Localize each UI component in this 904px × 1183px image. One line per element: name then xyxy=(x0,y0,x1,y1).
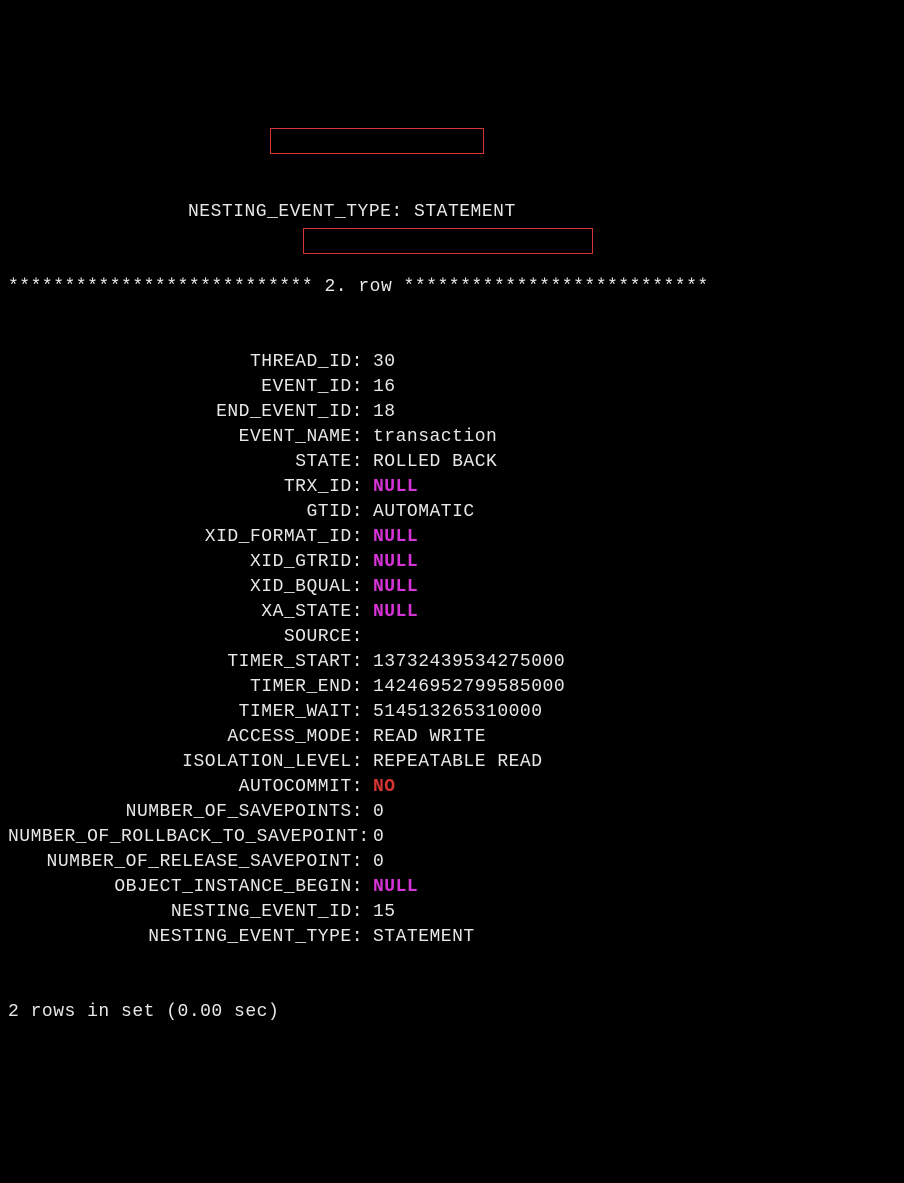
field-row: TIMER_WAIT:514513265310000 xyxy=(8,700,896,725)
field-value: 16 xyxy=(363,375,396,400)
field-label: XID_FORMAT_ID: xyxy=(8,525,363,550)
field-value: 13732439534275000 xyxy=(363,650,565,675)
field-label: NESTING_EVENT_ID: xyxy=(8,900,363,925)
field-label: NUMBER_OF_ROLLBACK_TO_SAVEPOINT: xyxy=(8,825,363,850)
field-value: NULL xyxy=(363,875,418,900)
field-value: AUTOMATIC xyxy=(363,500,475,525)
field-row: EVENT_ID:16 xyxy=(8,375,896,400)
field-value: 514513265310000 xyxy=(363,700,543,725)
field-row: NESTING_EVENT_TYPE:STATEMENT xyxy=(8,925,896,950)
field-label: END_EVENT_ID: xyxy=(8,400,363,425)
field-row: XID_BQUAL:NULL xyxy=(8,575,896,600)
field-label: ACCESS_MODE: xyxy=(8,725,363,750)
field-row: GTID:AUTOMATIC xyxy=(8,500,896,525)
field-value: READ WRITE xyxy=(363,725,486,750)
field-value: 15 xyxy=(363,900,396,925)
field-label: STATE: xyxy=(8,450,363,475)
field-label: EVENT_NAME: xyxy=(8,425,363,450)
field-value: NULL xyxy=(363,550,418,575)
highlight-box-state xyxy=(303,228,593,254)
row-separator: *************************** 2. row *****… xyxy=(8,275,896,300)
field-value: 14246952799585000 xyxy=(363,675,565,700)
field-value: REPEATABLE READ xyxy=(363,750,543,775)
field-value: NULL xyxy=(363,525,418,550)
field-label: TIMER_END: xyxy=(8,675,363,700)
terminal-output: NESTING_EVENT_TYPE: STATEMENT **********… xyxy=(0,100,904,1058)
result-summary: 2 rows in set (0.00 sec) xyxy=(8,1000,896,1025)
field-row: NUMBER_OF_RELEASE_SAVEPOINT:0 xyxy=(8,850,896,875)
field-row: TIMER_END:14246952799585000 xyxy=(8,675,896,700)
field-label: TIMER_START: xyxy=(8,650,363,675)
field-row: END_EVENT_ID:18 xyxy=(8,400,896,425)
field-row: STATE:ROLLED BACK xyxy=(8,450,896,475)
highlight-box-thread-id xyxy=(270,128,484,154)
field-row: TRX_ID:NULL xyxy=(8,475,896,500)
field-row: TIMER_START:13732439534275000 xyxy=(8,650,896,675)
field-label: TRX_ID: xyxy=(8,475,363,500)
field-value: 0 xyxy=(363,825,384,850)
field-value: ROLLED BACK xyxy=(363,450,497,475)
field-list: THREAD_ID:30EVENT_ID:16END_EVENT_ID:18EV… xyxy=(8,350,896,950)
partial-prev-row: NESTING_EVENT_TYPE: STATEMENT xyxy=(8,200,896,225)
field-value: STATEMENT xyxy=(363,925,475,950)
field-row: ACCESS_MODE:READ WRITE xyxy=(8,725,896,750)
field-row: XID_FORMAT_ID:NULL xyxy=(8,525,896,550)
field-value: 0 xyxy=(363,800,384,825)
field-label: XID_GTRID: xyxy=(8,550,363,575)
field-label: NUMBER_OF_SAVEPOINTS: xyxy=(8,800,363,825)
field-row: OBJECT_INSTANCE_BEGIN:NULL xyxy=(8,875,896,900)
field-row: EVENT_NAME:transaction xyxy=(8,425,896,450)
field-value: 0 xyxy=(363,850,384,875)
field-row: ISOLATION_LEVEL:REPEATABLE READ xyxy=(8,750,896,775)
field-label: TIMER_WAIT: xyxy=(8,700,363,725)
field-value: NULL xyxy=(363,575,418,600)
field-value: 30 xyxy=(363,350,396,375)
field-row: AUTOCOMMIT:NO xyxy=(8,775,896,800)
field-label: GTID: xyxy=(8,500,363,525)
field-row: NESTING_EVENT_ID:15 xyxy=(8,900,896,925)
field-row: NUMBER_OF_ROLLBACK_TO_SAVEPOINT:0 xyxy=(8,825,896,850)
field-label: AUTOCOMMIT: xyxy=(8,775,363,800)
field-value: NULL xyxy=(363,475,418,500)
field-label: SOURCE: xyxy=(8,625,363,650)
field-value: transaction xyxy=(363,425,497,450)
field-label: EVENT_ID: xyxy=(8,375,363,400)
field-value: 18 xyxy=(363,400,396,425)
field-value: NO xyxy=(363,775,396,800)
field-label: THREAD_ID: xyxy=(8,350,363,375)
field-row: SOURCE: xyxy=(8,625,896,650)
field-label: XA_STATE: xyxy=(8,600,363,625)
field-value: NULL xyxy=(363,600,418,625)
field-row: THREAD_ID:30 xyxy=(8,350,896,375)
field-row: XID_GTRID:NULL xyxy=(8,550,896,575)
field-label: ISOLATION_LEVEL: xyxy=(8,750,363,775)
field-row: XA_STATE:NULL xyxy=(8,600,896,625)
field-label: XID_BQUAL: xyxy=(8,575,363,600)
field-label: NESTING_EVENT_TYPE: xyxy=(8,925,363,950)
field-label: OBJECT_INSTANCE_BEGIN: xyxy=(8,875,363,900)
field-label: NUMBER_OF_RELEASE_SAVEPOINT: xyxy=(8,850,363,875)
field-row: NUMBER_OF_SAVEPOINTS:0 xyxy=(8,800,896,825)
